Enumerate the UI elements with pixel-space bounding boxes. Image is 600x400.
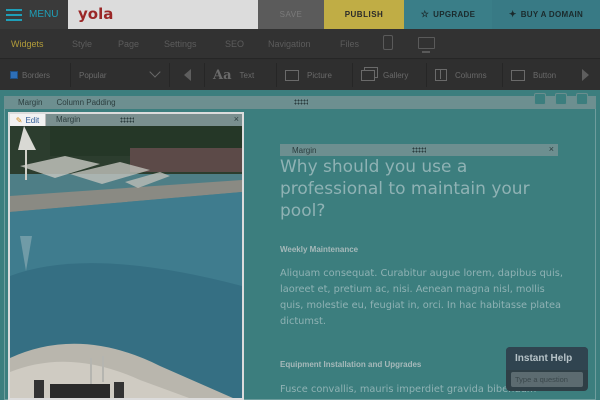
drag-handle-icon[interactable] (412, 147, 426, 153)
widget-picture[interactable]: Picture (276, 63, 350, 87)
section-title-weekly[interactable]: Weekly Maintenance (280, 245, 358, 254)
upgrade-button[interactable]: ☆ UPGRADE (404, 0, 492, 29)
borders-checkbox[interactable] (10, 71, 18, 79)
buy-domain-label: BUY A DOMAIN (520, 10, 584, 19)
tab-widgets[interactable]: Widgets (11, 29, 44, 59)
image-toolbar: ✎ Edit Margin × (10, 114, 242, 126)
tab-navigation[interactable]: Navigation (268, 29, 311, 59)
widgets-bar: Borders Popular Aa Text Picture Gallery … (0, 60, 600, 90)
chevron-down-icon (149, 66, 161, 78)
arrow-left-icon (183, 69, 191, 81)
drag-handle-icon[interactable] (294, 99, 308, 105)
menu-button[interactable]: MENU (0, 0, 68, 29)
scroll-left-button[interactable] (176, 63, 198, 87)
settings-icon[interactable] (534, 93, 546, 105)
publish-label: PUBLISH (344, 10, 384, 19)
widget-button-label: Button (533, 70, 557, 80)
image-column[interactable]: ✎ Edit Margin × (8, 112, 244, 400)
tabs-bar: Widgets Style Page Settings SEO Navigati… (0, 29, 600, 59)
column-padding-label[interactable]: Column Padding (56, 98, 115, 107)
picture-icon (285, 69, 299, 81)
text-margin-bar[interactable]: Margin × (280, 144, 558, 156)
button-icon (511, 69, 525, 81)
widget-category-select[interactable]: Popular (70, 63, 170, 87)
save-label: SAVE (279, 10, 303, 19)
close-icon[interactable]: × (234, 114, 239, 124)
instant-help-title[interactable]: Instant Help (506, 347, 588, 370)
tab-settings[interactable]: Settings (164, 29, 197, 59)
move-icon[interactable] (555, 93, 567, 105)
widget-columns[interactable]: Columns (426, 63, 500, 87)
scroll-right-button[interactable] (574, 63, 596, 87)
image-margin-label[interactable]: Margin (56, 115, 80, 124)
widget-gallery[interactable]: Gallery (352, 63, 424, 87)
upgrade-label: UPGRADE (433, 10, 476, 19)
drag-handle-icon[interactable] (120, 117, 134, 123)
buy-domain-button[interactable]: ✦ BUY A DOMAIN (492, 0, 600, 29)
widget-text-label: Text (239, 70, 255, 80)
help-question-input[interactable]: Type a question (511, 372, 583, 387)
edit-button[interactable]: ✎ Edit (10, 114, 46, 126)
widget-category-value: Popular (79, 70, 107, 80)
publish-button[interactable]: PUBLISH (324, 0, 404, 29)
arrow-right-icon (581, 69, 589, 81)
top-bar: MENU yola SAVE PUBLISH ☆ UPGRADE ✦ BUY A… (0, 0, 600, 29)
logo-area: yola (68, 0, 258, 29)
editor-app: MENU yola SAVE PUBLISH ☆ UPGRADE ✦ BUY A… (0, 0, 600, 400)
save-button[interactable]: SAVE (258, 0, 324, 29)
gallery-icon (361, 69, 375, 81)
section-margin-bar[interactable]: Margin Column Padding (4, 93, 596, 109)
widget-columns-label: Columns (455, 70, 487, 80)
desktop-view-icon[interactable] (418, 37, 435, 53)
borders-label: Borders (22, 70, 51, 80)
instant-help-widget[interactable]: Instant Help Type a question (506, 347, 588, 391)
tab-files[interactable]: Files (340, 29, 359, 59)
edit-label: Edit (25, 115, 40, 125)
upgrade-icon: ☆ (420, 9, 430, 19)
close-icon[interactable]: × (549, 144, 554, 154)
expand-icon[interactable] (576, 93, 588, 105)
yola-logo: yola (78, 5, 114, 23)
tab-style[interactable]: Style (72, 29, 92, 59)
page-heading[interactable]: Why should you use a professional to mai… (280, 156, 570, 222)
section-title-equipment[interactable]: Equipment Installation and Upgrades (280, 360, 421, 369)
tab-page[interactable]: Page (118, 29, 139, 59)
text-margin-label: Margin (292, 145, 317, 155)
section-margin-label: Margin (18, 98, 43, 107)
borders-toggle[interactable]: Borders (10, 60, 50, 90)
pin-icon: ✦ (508, 9, 517, 19)
mobile-view-icon[interactable] (383, 35, 393, 50)
columns-icon (435, 69, 447, 81)
widget-gallery-label: Gallery (383, 70, 409, 80)
pencil-icon: ✎ (15, 115, 23, 125)
widget-picture-label: Picture (307, 70, 332, 80)
tab-seo[interactable]: SEO (225, 29, 244, 59)
hamburger-icon (6, 8, 22, 21)
text-icon: Aa (213, 67, 232, 83)
widget-text[interactable]: Aa Text (204, 63, 272, 87)
menu-label: MENU (29, 9, 59, 20)
widget-button[interactable]: Button (502, 63, 570, 87)
pool-photo (10, 126, 242, 398)
section-text-weekly[interactable]: Aliquam consequat. Curabitur augue lorem… (280, 266, 570, 330)
